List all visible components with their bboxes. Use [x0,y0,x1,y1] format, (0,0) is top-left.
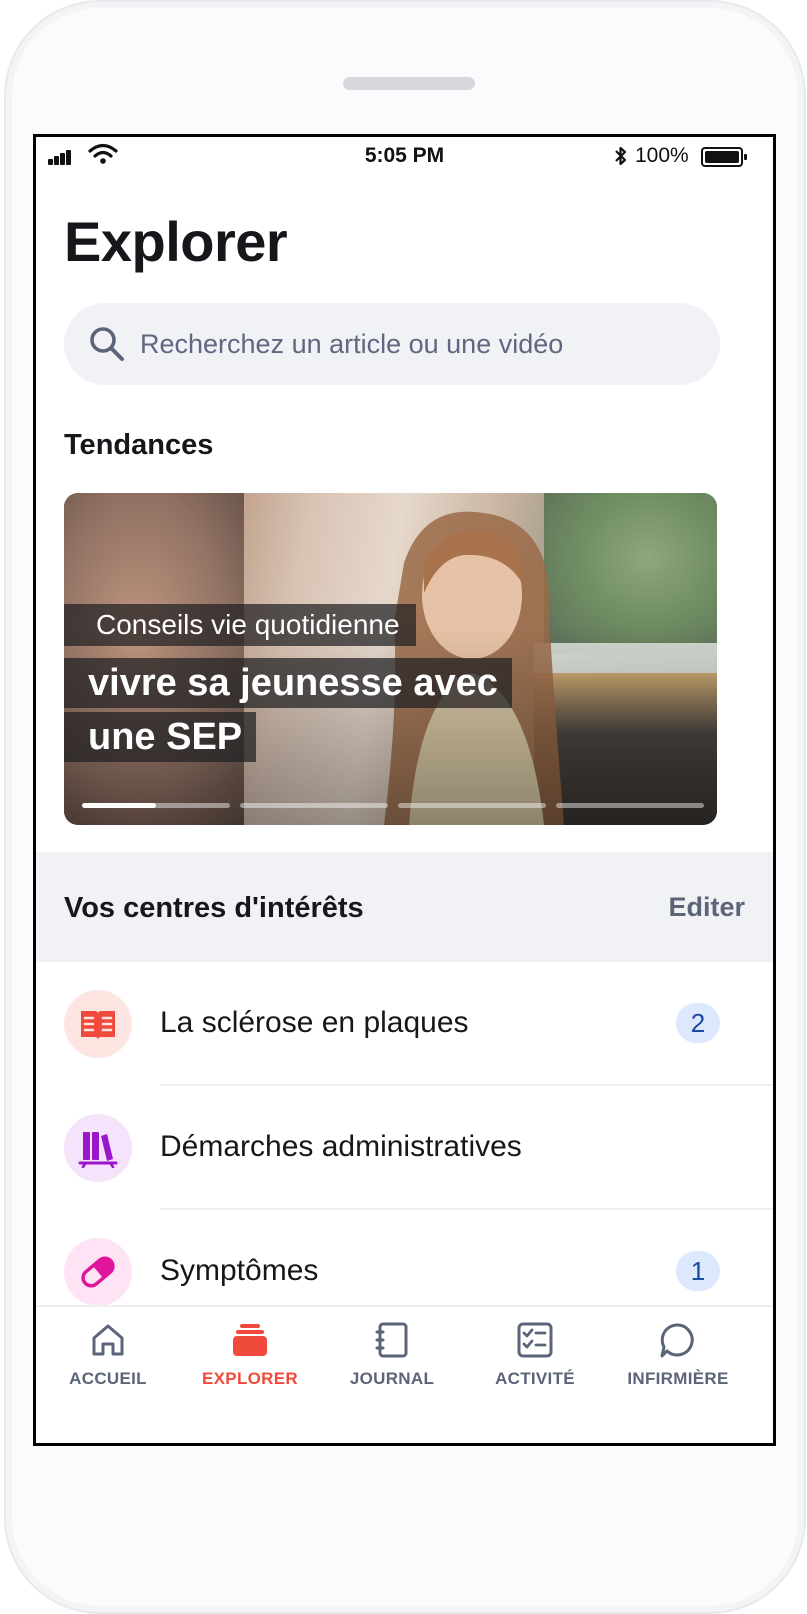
app-screen: 5:05 PM 100% Explorer Tendances Conseils… [33,134,776,1446]
notebook-icon [375,1322,408,1358]
interest-item-demarches[interactable]: Démarches administratives [36,1086,773,1210]
book-icon [81,1011,115,1040]
interests-title: Vos centres d'intérêts [64,892,364,924]
search-input[interactable] [140,303,700,385]
tab-label: ACTIVITÉ [495,1369,575,1388]
phone-speaker [343,77,475,90]
stack-icon [233,1324,267,1356]
tab-label: JOURNAL [349,1369,435,1388]
tab-accueil[interactable]: ACCUEIL [48,1321,168,1441]
search-bar[interactable] [64,303,720,385]
slide-indicator[interactable] [82,803,230,808]
tab-activite[interactable]: ACTIVITÉ [475,1321,595,1441]
checklist-icon [517,1322,553,1358]
slide-indicator[interactable] [556,803,704,808]
slide-progress [82,803,704,808]
tab-infirmiere[interactable]: INFIRMIÈRE [618,1321,738,1441]
interest-icon-circle [64,1114,132,1182]
count-badge: 2 [676,1003,720,1043]
tab-label: INFIRMIÈRE [627,1369,729,1388]
books-shelf-icon [78,1132,118,1168]
tab-explorer[interactable]: EXPLORER [190,1321,310,1441]
bluetooth-icon [615,146,627,166]
interest-item-sclerose[interactable]: La sclérose en plaques 2 [36,962,773,1086]
tab-label: EXPLORER [202,1369,298,1388]
page-title: Explorer [64,210,288,273]
interests-header: Vos centres d'intérêts Editer [36,852,773,962]
chat-icon [660,1323,694,1358]
interest-icon-circle [64,990,132,1058]
battery-icon [701,147,747,167]
pill-icon [81,1256,115,1288]
search-icon [90,327,124,361]
card-headline: vivre sa jeunesse avec une SEP [64,658,512,762]
card-headline-block: vivre sa jeunesse avec une SEP [64,656,524,764]
battery-percent: 100% [635,144,689,167]
count-badge: 1 [676,1251,720,1291]
trending-title: Tendances [64,429,214,461]
card-category: Conseils vie quotidienne [64,604,416,646]
home-icon [92,1324,124,1356]
interest-label: Symptômes [160,1254,319,1287]
interest-icon-circle [64,1238,132,1306]
edit-interests-button[interactable]: Editer [668,892,745,923]
trending-card[interactable]: Conseils vie quotidienne vivre sa jeunes… [64,493,717,825]
interest-label: Démarches administratives [160,1130,522,1163]
status-bar: 5:05 PM 100% [36,137,773,175]
interest-label: La sclérose en plaques [160,1006,469,1039]
slide-indicator[interactable] [398,803,546,808]
tab-journal[interactable]: JOURNAL [332,1321,452,1441]
slide-indicator[interactable] [240,803,388,808]
bottom-tab-bar: ACCUEIL EXPLORER JOURNAL ACTIVITÉ INFIRM… [36,1305,773,1443]
tab-label: ACCUEIL [69,1369,147,1388]
